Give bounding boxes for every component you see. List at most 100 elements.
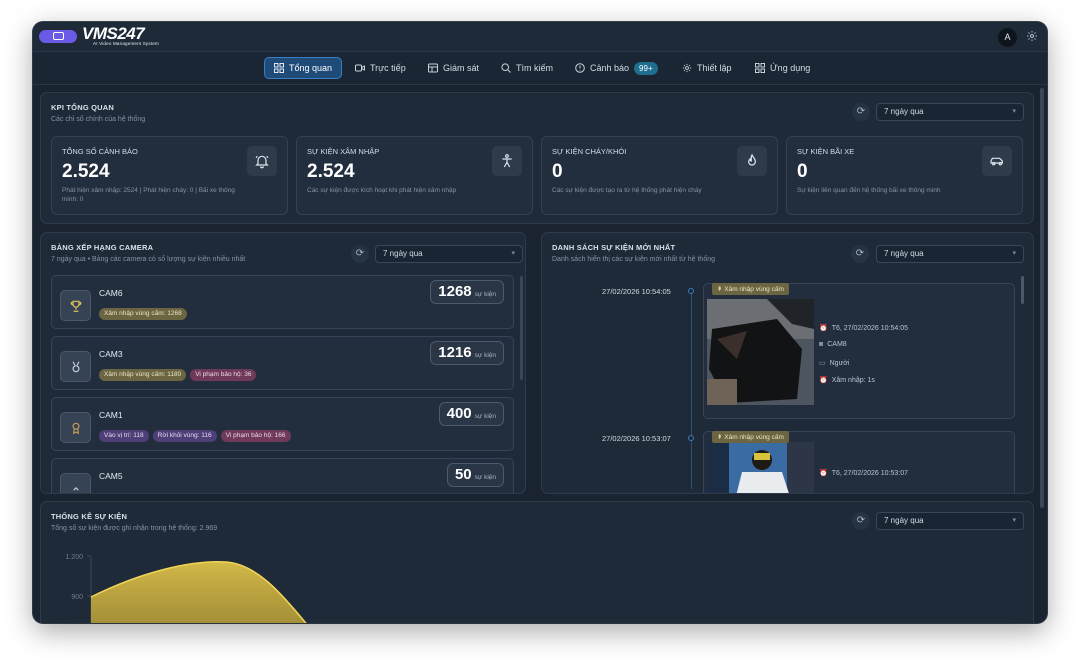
ranking-refresh-button[interactable]: ⟳ xyxy=(351,245,369,263)
kpi-card-value: 0 xyxy=(552,161,563,182)
chevron-down-icon: ▾ xyxy=(1012,250,1016,257)
person-icon xyxy=(492,146,522,176)
trophy-icon xyxy=(60,290,91,321)
car-icon xyxy=(982,146,1012,176)
ranking-scrollbar[interactable] xyxy=(520,276,523,380)
alert-count-badge: 99+ xyxy=(634,61,658,75)
camera-tags: Vào vị trí: 118 Rời khỏi vùng: 116 Vi ph… xyxy=(99,430,291,442)
event-tag: Xâm nhập vùng cấm: 1180 xyxy=(99,369,187,381)
events-refresh-button[interactable]: ⟳ xyxy=(851,245,869,263)
kpi-title: KPI TỔNG QUAN xyxy=(51,103,115,112)
nav-tab-settings[interactable]: Thiết lập xyxy=(673,57,741,79)
main-nav: Tổng quan Trực tiếp Giám sát Tìm kiếm Cả… xyxy=(33,52,1047,85)
nav-tab-search[interactable]: Tìm kiếm xyxy=(492,57,562,79)
camera-rank-row[interactable]: CAM1 400 sự kiện Vào vị trí: 118 Rời khỏ… xyxy=(51,397,514,451)
camera-rank-row[interactable]: CAM6 1268 sự kiện Xâm nhập vùng cấm: 126… xyxy=(51,275,514,329)
events-scrollbar[interactable] xyxy=(1021,276,1024,304)
app-window: VMS247 AI Video Management System A Tổng… xyxy=(33,22,1047,623)
kpi-panel: KPI TỔNG QUAN Các chỉ số chính của hệ th… xyxy=(40,92,1034,224)
rank-icon xyxy=(60,473,91,493)
grid-icon xyxy=(274,63,284,73)
kpi-card-label: SỰ KIỆN XÂM NHẬP xyxy=(307,147,380,156)
clock-icon: ⏰ xyxy=(819,325,828,332)
event-snapshot[interactable] xyxy=(707,442,814,493)
event-time: 27/02/2026 10:53:07 xyxy=(602,434,671,443)
gear-icon xyxy=(682,63,692,73)
event-object: ▭ Người xyxy=(819,359,850,368)
chart-y-tick-label: 900 xyxy=(71,594,83,601)
kpi-card-total-alerts: TỔNG SỐ CẢNH BÁO 2.524 Phát hiện xâm nhậ… xyxy=(51,136,288,215)
nav-tab-alerts[interactable]: Cảnh báo 99+ xyxy=(566,57,667,79)
nav-tab-overview[interactable]: Tổng quan xyxy=(264,57,343,79)
event-datetime: ⏰ T6, 27/02/2026 10:54:05 xyxy=(819,324,909,333)
kpi-card-desc: Phát hiện xâm nhập: 2524 | Phát hiện chá… xyxy=(62,187,235,203)
kpi-range-value: 7 ngày qua xyxy=(884,107,924,116)
kpi-card-fire: SỰ KIỆN CHÁY/KHÓI 0 Các sự kiện được tạo… xyxy=(541,136,778,215)
camera-event-count: 1268 sự kiện xyxy=(430,280,504,304)
event-tag: Rời khỏi vùng: 116 xyxy=(152,430,217,442)
timeline-line xyxy=(691,289,692,489)
kpi-card-value: 2.524 xyxy=(62,161,110,182)
monitor-icon xyxy=(428,63,438,73)
alert-icon xyxy=(575,63,585,73)
timeline-dot xyxy=(688,288,694,294)
event-camera: ◙ CAM8 xyxy=(819,341,847,348)
events-range-select[interactable]: 7 ngày qua ▾ xyxy=(876,245,1024,263)
kpi-range-select[interactable]: 7 ngày qua ▾ xyxy=(876,103,1024,121)
kpi-refresh-button[interactable]: ⟳ xyxy=(852,103,870,121)
kpi-card-label: TỔNG SỐ CẢNH BÁO xyxy=(62,147,138,156)
kpi-card-parking: SỰ KIỆN BÃI XE 0 Sự kiện liên quan đến h… xyxy=(786,136,1023,215)
chevron-down-icon: ▾ xyxy=(511,250,515,257)
app-logo: VMS247 xyxy=(82,24,145,43)
nav-tab-apps[interactable]: Ứng dụng xyxy=(746,57,819,79)
clock-icon: ⏰ xyxy=(819,470,828,477)
event-card[interactable]: ⇞ Xâm nhập vùng cấm ⏰ T6, 27/02/2026 10:… xyxy=(703,283,1015,419)
event-card[interactable]: ⇞ Xâm nhập vùng cấm ⏰ T6, 27/02/2026 10:… xyxy=(703,431,1015,493)
events-range-value: 7 ngày qua xyxy=(884,249,924,258)
camera-tags: Xâm nhập vùng cấm: 1180 Vi phạm bảo hộ: … xyxy=(99,369,257,381)
nav-tab-live[interactable]: Trực tiếp xyxy=(346,57,415,79)
kpi-subtitle: Các chỉ số chính của hệ thống xyxy=(51,116,146,123)
nav-tab-label: Cảnh báo xyxy=(590,63,630,73)
kpi-card-label: SỰ KIỆN BÃI XE xyxy=(797,147,855,156)
flame-icon xyxy=(737,146,767,176)
camera-event-count: 50 sự kiện xyxy=(446,463,504,487)
nav-tab-monitoring[interactable]: Giám sát xyxy=(419,57,488,79)
camera-tags: Xâm nhập vùng cấm: 1268 xyxy=(99,308,187,320)
nav-tab-label: Tìm kiếm xyxy=(516,63,553,73)
camera-rank-row[interactable]: CAM5 50 sự kiện xyxy=(51,458,514,493)
latest-events-panel: DANH SÁCH SỰ KIỆN MỚI NHẤT Danh sách hiể… xyxy=(541,232,1034,494)
event-stats-panel: THỐNG KÊ SỰ KIỆN Tổng số sự kiện được gh… xyxy=(40,501,1034,623)
medal-icon xyxy=(60,351,91,382)
nav-tab-label: Trực tiếp xyxy=(370,63,406,73)
kpi-card-desc: Các sự kiện được kích hoạt khi phát hiện… xyxy=(307,187,457,194)
event-snapshot[interactable] xyxy=(707,299,814,405)
event-type-tag: ⇞ Xâm nhập vùng cấm xyxy=(712,431,789,443)
user-avatar[interactable]: A xyxy=(998,28,1017,47)
event-tag: Vào vị trí: 118 xyxy=(99,430,149,442)
dashboard-content: KPI TỔNG QUAN Các chỉ số chính của hệ th… xyxy=(33,85,1047,623)
events-title: DANH SÁCH SỰ KIỆN MỚI NHẤT xyxy=(552,243,676,252)
ranking-range-select[interactable]: 7 ngày qua ▾ xyxy=(375,245,523,263)
award-icon xyxy=(60,412,91,443)
search-icon xyxy=(501,63,511,73)
top-bar: VMS247 AI Video Management System A xyxy=(33,22,1047,52)
nav-tab-label: Giám sát xyxy=(443,63,480,73)
ranking-title: BẢNG XẾP HẠNG CAMERA xyxy=(51,243,154,252)
ranking-range-value: 7 ngày qua xyxy=(383,249,423,258)
camera-name: CAM6 xyxy=(99,288,123,298)
event-duration: ⏰ Xâm nhập: 1s xyxy=(819,376,875,385)
camera-name: CAM1 xyxy=(99,410,123,420)
kpi-card-desc: Các sự kiện được tạo ra từ hệ thống phát… xyxy=(552,187,702,194)
page-scrollbar[interactable] xyxy=(1040,88,1044,508)
event-stats-chart: 1.200 900 xyxy=(65,554,307,623)
chart-y-tick-label: 1.200 xyxy=(65,554,83,561)
sidebar-toggle-button[interactable] xyxy=(39,30,77,43)
settings-gear-icon[interactable] xyxy=(1025,30,1039,44)
camera-rank-row[interactable]: CAM3 1216 sự kiện Xâm nhập vùng cấm: 118… xyxy=(51,336,514,390)
ranking-subtitle: 7 ngày qua • Bảng các camera có số lượng… xyxy=(51,256,246,263)
apps-icon xyxy=(755,63,765,73)
timeline-dot xyxy=(688,435,694,441)
object-icon: ▭ xyxy=(819,360,826,367)
bell-icon xyxy=(247,146,277,176)
